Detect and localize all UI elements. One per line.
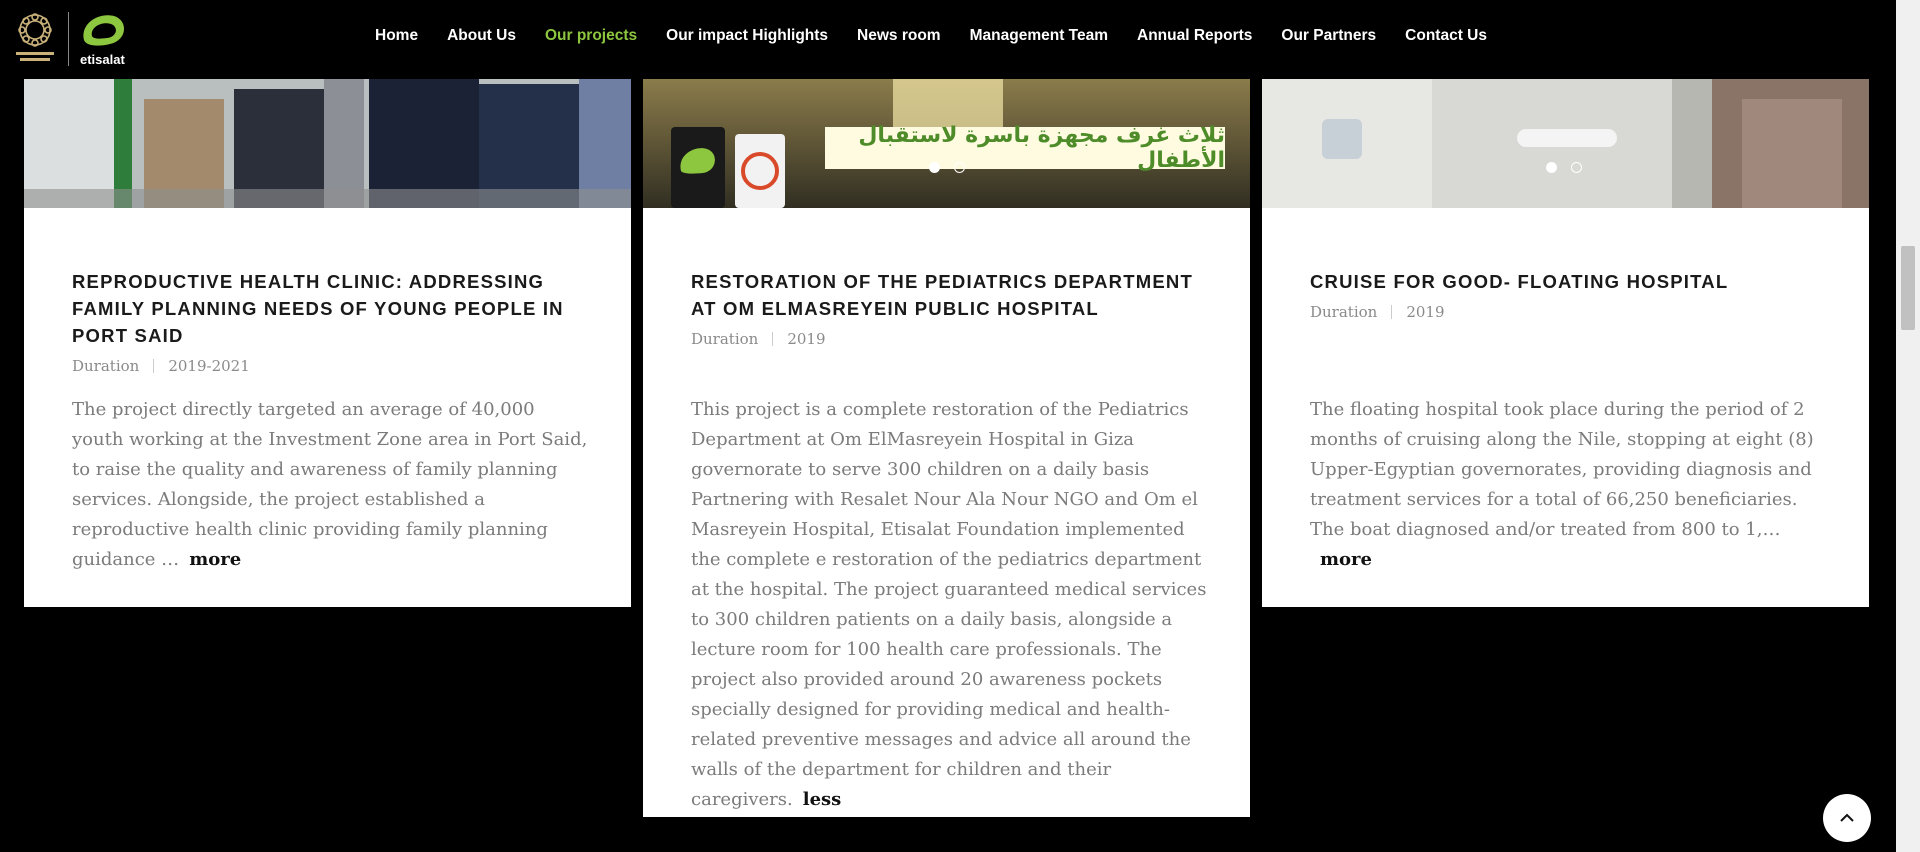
project-meta: Duration 2019 [691,330,1202,348]
carousel-dot[interactable] [954,162,965,173]
meta-separator [1391,305,1393,319]
project-description: This project is a complete restoration o… [691,395,1210,815]
meta-separator [153,359,155,373]
carousel-dot[interactable] [1571,162,1582,173]
site-header: etisalat Home About Us Our projects Our … [0,0,1896,79]
etisalat-foundation-logo[interactable] [12,10,58,68]
nav-home[interactable]: Home [375,27,418,45]
project-card: ثلاث غرف مجهزة باسرة لاستقبال الأطفال RE… [643,79,1250,817]
project-description: The floating hospital took place during … [1310,395,1829,575]
nav-contact-us[interactable]: Contact Us [1405,27,1487,45]
more-link[interactable]: more [189,549,241,570]
project-meta: Duration 2019 [1310,303,1821,321]
nav-annual-reports[interactable]: Annual Reports [1137,27,1252,45]
card-body: CRUISE FOR GOOD- FLOATING HOSPITAL Durat… [1310,268,1821,321]
meta-separator [772,332,774,346]
project-image[interactable] [24,79,631,208]
less-link[interactable]: less [803,789,842,810]
project-image[interactable] [1262,79,1869,208]
project-meta: Duration 2019-2021 [72,357,583,375]
nav-our-projects[interactable]: Our projects [545,27,637,45]
project-image[interactable]: ثلاث غرف مجهزة باسرة لاستقبال الأطفال [643,79,1250,208]
duration-label: Duration [691,330,759,348]
back-to-top-button[interactable] [1823,794,1871,842]
duration-value: 2019-2021 [168,357,250,375]
carousel-dot[interactable] [929,162,940,173]
project-description: The project directly targeted an average… [72,395,591,575]
image-banner-text: ثلاث غرف مجهزة باسرة لاستقبال الأطفال [858,123,1225,173]
project-card: REPRODUCTIVE HEALTH CLINIC: ADDRESSING F… [24,79,631,607]
project-title[interactable]: CRUISE FOR GOOD- FLOATING HOSPITAL [1310,268,1821,295]
main-nav: Home About Us Our projects Our impact Hi… [375,0,1487,72]
etisalat-logo[interactable]: etisalat [78,10,130,70]
carousel-dots [1546,162,1582,173]
nav-news-room[interactable]: News room [857,27,941,45]
project-title[interactable]: REPRODUCTIVE HEALTH CLINIC: ADDRESSING F… [72,268,583,349]
logo-divider [68,12,69,66]
description-text: This project is a complete restoration o… [691,399,1207,810]
etisalat-wordmark: etisalat [80,52,125,67]
duration-label: Duration [72,357,140,375]
nav-our-partners[interactable]: Our Partners [1281,27,1376,45]
nav-management-team[interactable]: Management Team [970,27,1108,45]
project-title[interactable]: RESTORATION OF THE PEDIATRICS DEPARTMENT… [691,268,1202,322]
duration-value: 2019 [1406,303,1445,321]
duration-value: 2019 [787,330,826,348]
page-scrollbar[interactable] [1896,0,1920,852]
nav-about-us[interactable]: About Us [447,27,516,45]
nav-impact-highlights[interactable]: Our impact Highlights [666,27,828,45]
chevron-up-icon [1840,813,1854,822]
more-link[interactable]: more [1320,549,1372,570]
project-card: CRUISE FOR GOOD- FLOATING HOSPITAL Durat… [1262,79,1869,607]
card-body: RESTORATION OF THE PEDIATRICS DEPARTMENT… [691,268,1202,348]
carousel-dot[interactable] [1546,162,1557,173]
duration-label: Duration [1310,303,1378,321]
scrollbar-thumb[interactable] [1901,246,1915,330]
carousel-dots [929,162,965,173]
description-text: The project directly targeted an average… [72,399,588,570]
description-text: The floating hospital took place during … [1310,399,1814,540]
card-body: REPRODUCTIVE HEALTH CLINIC: ADDRESSING F… [72,268,583,375]
